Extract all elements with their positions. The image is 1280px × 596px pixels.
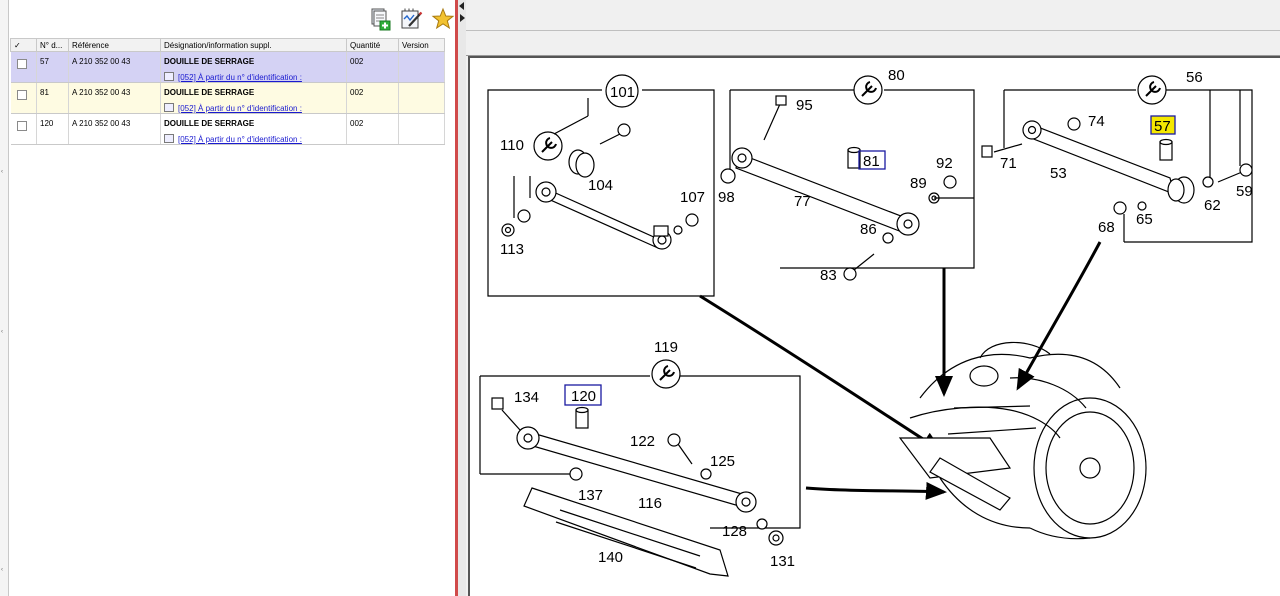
callout-131[interactable]: 131: [770, 553, 795, 570]
table-header-row: ✓ N° d... Référence Désignation/informat…: [10, 38, 445, 52]
callout-137[interactable]: 137: [578, 487, 603, 504]
table-row[interactable]: 81 A 210 352 00 43 DOUILLE DE SERRAGE [0…: [10, 82, 445, 114]
callout-110[interactable]: 110: [500, 137, 524, 154]
notepad-edit-icon[interactable]: [400, 7, 424, 31]
callout-120[interactable]: 120: [571, 388, 596, 405]
callout-80[interactable]: 80: [888, 67, 905, 84]
row-checkbox[interactable]: [16, 59, 27, 69]
callout-59[interactable]: 59: [1236, 183, 1253, 200]
document-add-icon[interactable]: [368, 7, 392, 31]
row-designation: DOUILLE DE SERRAGE: [164, 88, 255, 97]
callout-86[interactable]: 86: [860, 221, 877, 238]
row-version: [402, 119, 444, 129]
row-quantity: 002: [350, 57, 364, 66]
assembly-group-101: [487, 74, 943, 452]
row-checkbox[interactable]: [16, 90, 27, 100]
callout-113[interactable]: 113: [500, 241, 524, 258]
pane-splitter[interactable]: [458, 0, 466, 596]
star-favorite-icon[interactable]: [431, 7, 455, 31]
parts-list-pane: ‹ ‹ ‹ ✓ N° d... Référence Désignation/in…: [0, 0, 458, 596]
edge-marker: ‹: [1, 169, 3, 175]
callout-116[interactable]: 116: [638, 495, 662, 512]
column-header-quantity[interactable]: Quantité: [346, 38, 399, 52]
callout-92[interactable]: 92: [936, 155, 953, 172]
callout-57[interactable]: 57: [1154, 118, 1171, 135]
row-number: 120: [40, 119, 54, 128]
callout-128[interactable]: 128: [722, 523, 747, 540]
parts-toolbar: [9, 0, 455, 37]
diagram-pane: 101 110 104 107 113 80 95 81 92 89 98 77…: [466, 0, 1280, 596]
callout-98[interactable]: 98: [718, 189, 735, 206]
left-edge-strip: ‹ ‹ ‹: [0, 0, 9, 596]
callout-65[interactable]: 65: [1136, 211, 1153, 228]
row-reference: A 210 352 00 43: [72, 119, 131, 128]
callout-89[interactable]: 89: [910, 175, 927, 192]
diagram-subbar: [466, 31, 1280, 56]
exploded-diagram-viewer[interactable]: 101 110 104 107 113 80 95 81 92 89 98 77…: [468, 56, 1280, 596]
callout-104[interactable]: 104: [588, 177, 613, 194]
callout-119[interactable]: 119: [654, 339, 678, 356]
row-quantity: 002: [350, 88, 364, 97]
column-header-check[interactable]: ✓: [10, 38, 37, 52]
axle-assembly-illustration: [898, 341, 1147, 540]
row-version: [402, 88, 444, 98]
callout-125[interactable]: 125: [710, 453, 735, 470]
row-reference: A 210 352 00 43: [72, 57, 131, 66]
row-version: [402, 57, 444, 67]
column-header-reference[interactable]: Référence: [68, 38, 161, 52]
callout-71[interactable]: 71: [1000, 155, 1017, 172]
row-designation: DOUILLE DE SERRAGE: [164, 119, 255, 128]
expand-right-icon[interactable]: [460, 14, 465, 22]
exploded-diagram[interactable]: 101 110 104 107 113 80 95 81 92 89 98 77…: [470, 58, 1280, 596]
edge-marker: ‹: [1, 329, 3, 335]
callout-107[interactable]: 107: [680, 189, 705, 206]
parts-table: ✓ N° d... Référence Désignation/informat…: [10, 38, 445, 145]
note-icon: [164, 72, 174, 81]
callout-68[interactable]: 68: [1098, 219, 1115, 236]
edge-marker: ‹: [1, 567, 3, 573]
callout-56[interactable]: 56: [1186, 69, 1203, 86]
callout-53[interactable]: 53: [1050, 165, 1067, 182]
callout-81[interactable]: 81: [863, 153, 880, 170]
identification-note-link[interactable]: [052] À partir du n° d'identification :: [178, 104, 302, 113]
callout-122[interactable]: 122: [630, 433, 655, 450]
column-header-designation[interactable]: Désignation/information suppl.: [160, 38, 347, 52]
callout-74[interactable]: 74: [1088, 113, 1105, 130]
collapse-left-icon[interactable]: [459, 2, 464, 10]
row-number: 57: [40, 57, 49, 66]
callout-77[interactable]: 77: [794, 193, 811, 210]
row-checkbox[interactable]: [16, 121, 27, 131]
row-reference: A 210 352 00 43: [72, 88, 131, 97]
table-row[interactable]: 57 A 210 352 00 43 DOUILLE DE SERRAGE [0…: [10, 51, 445, 83]
row-designation: DOUILLE DE SERRAGE: [164, 57, 255, 66]
callout-83[interactable]: 83: [820, 267, 837, 284]
callout-62[interactable]: 62: [1204, 197, 1221, 214]
assembly-group-80: [720, 75, 975, 397]
row-quantity: 002: [350, 119, 364, 128]
table-row[interactable]: 120 A 210 352 00 43 DOUILLE DE SERRAGE […: [10, 113, 445, 145]
callout-95[interactable]: 95: [796, 97, 813, 114]
column-header-version[interactable]: Version: [398, 38, 445, 52]
diagram-toolbar: [466, 0, 1280, 31]
column-header-number[interactable]: N° d...: [36, 38, 69, 52]
identification-note-link[interactable]: [052] À partir du n° d'identification :: [178, 73, 302, 82]
callout-140[interactable]: 140: [598, 549, 623, 566]
callout-101[interactable]: 101: [610, 84, 635, 101]
note-icon: [164, 103, 174, 112]
identification-note-link[interactable]: [052] À partir du n° d'identification :: [178, 135, 302, 144]
row-number: 81: [40, 88, 49, 97]
callout-134[interactable]: 134: [514, 389, 539, 406]
assembly-group-56: [981, 75, 1253, 391]
note-icon: [164, 134, 174, 143]
